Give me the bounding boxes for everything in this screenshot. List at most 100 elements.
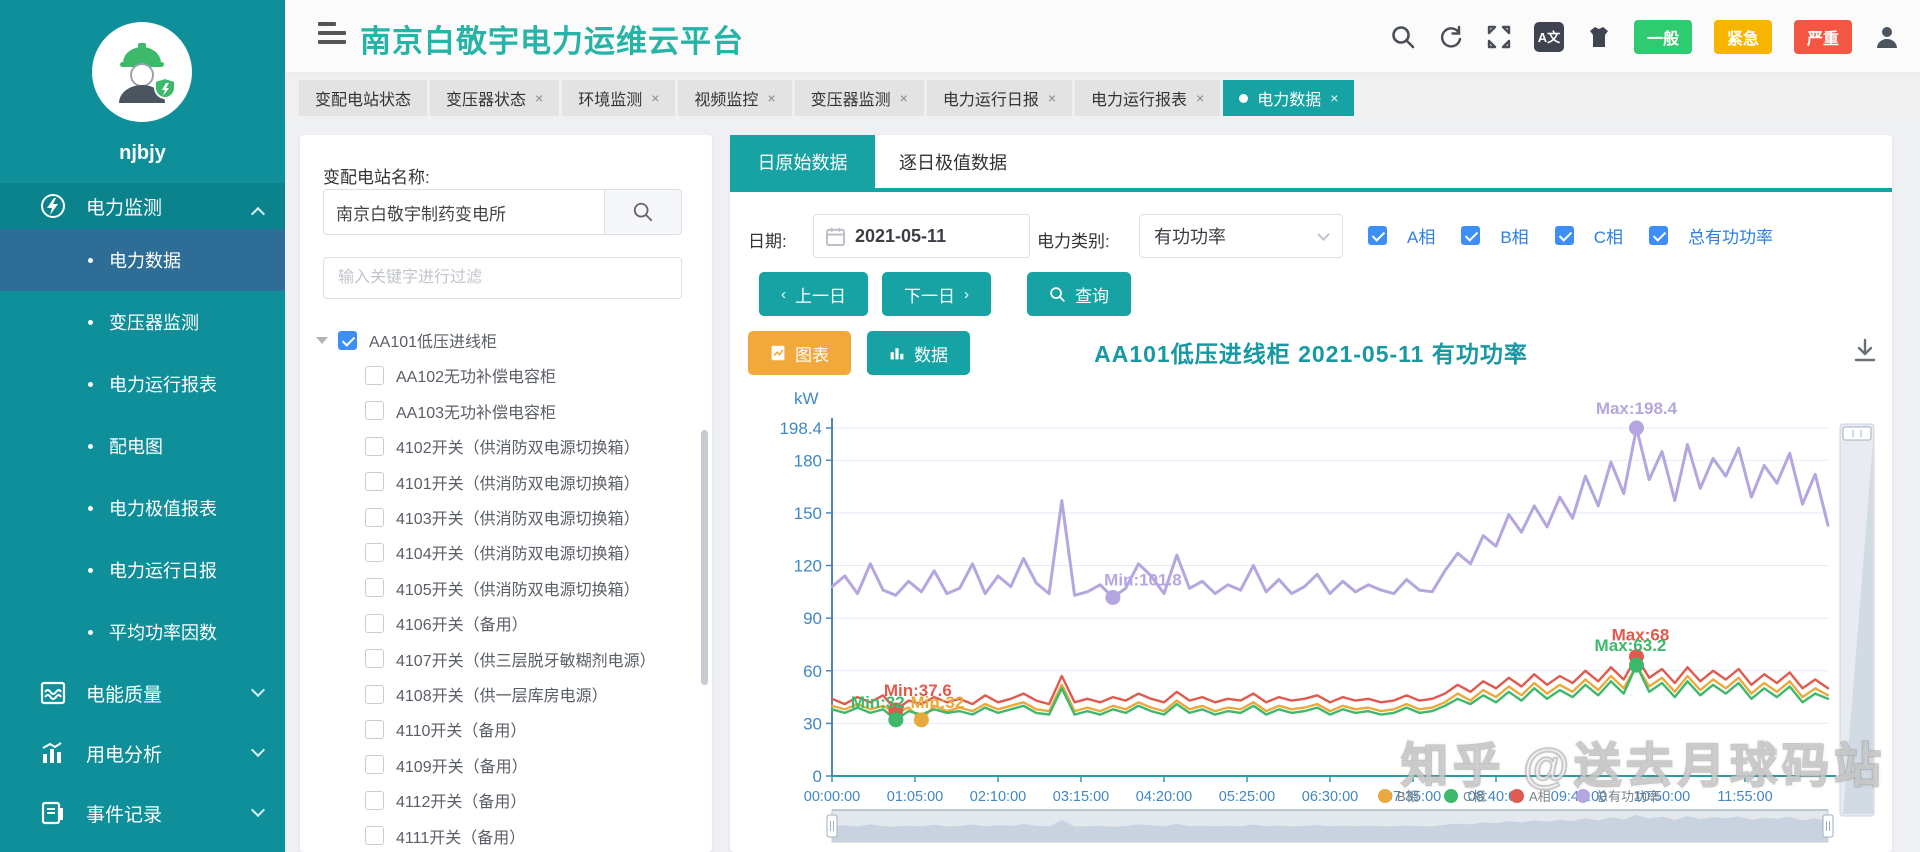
tree-scrollbar[interactable] xyxy=(701,430,708,685)
checkbox[interactable] xyxy=(365,755,384,774)
station-search-button[interactable] xyxy=(605,189,682,235)
prev-day-button[interactable]: ‹上一日 xyxy=(759,272,868,316)
datazoom-handle[interactable] xyxy=(827,815,837,837)
tree-node-12[interactable]: 4109开关（备用） xyxy=(365,750,528,780)
power-chart: 0306090120150180198.4kW00:00:0001:05:000… xyxy=(740,380,1890,850)
legend-dot-C相[interactable] xyxy=(1444,789,1458,803)
tree-node-9[interactable]: 4107开关（供三层脱牙敏糊剂电源） xyxy=(365,644,656,674)
checkbox[interactable] xyxy=(365,649,384,668)
checkbox[interactable] xyxy=(365,578,384,597)
sidebar-item-4[interactable]: 配电图 xyxy=(0,415,285,477)
checkbox[interactable] xyxy=(365,720,384,739)
close-icon[interactable]: × xyxy=(900,90,908,106)
sidebar-item-0[interactable]: 电力监测 xyxy=(0,183,285,229)
checkbox[interactable] xyxy=(338,331,357,350)
checkbox[interactable] xyxy=(365,614,384,633)
sidebar-item-8[interactable]: 电能质量 xyxy=(0,663,285,723)
tree-node-7[interactable]: 4105开关（供消防双电源切换箱） xyxy=(365,573,640,603)
open-tab-3[interactable]: 视频监控× xyxy=(678,80,791,116)
refresh-icon[interactable] xyxy=(1438,24,1464,50)
legend-dot-B相[interactable] xyxy=(1378,789,1392,803)
power-category-select[interactable]: 有功功率 xyxy=(1139,214,1343,258)
close-icon[interactable]: × xyxy=(767,90,775,106)
open-tab-7[interactable]: 电力数据× xyxy=(1223,80,1354,116)
checkbox[interactable] xyxy=(365,472,384,491)
station-panel: 变配电站名称: AA101低压进线柜AA102无功补偿电容柜AA103无功补偿电… xyxy=(300,135,712,852)
sidebar-item-5[interactable]: 电力极值报表 xyxy=(0,477,285,539)
open-tab-6[interactable]: 电力运行报表× xyxy=(1075,80,1220,116)
hamburger-icon[interactable] xyxy=(318,22,346,48)
sidebar-item-1[interactable]: 电力数据 xyxy=(0,229,285,291)
sidebar-item-6[interactable]: 电力运行日报 xyxy=(0,539,285,601)
phase-checkbox-C相[interactable]: C相 xyxy=(1555,223,1623,248)
close-icon[interactable]: × xyxy=(535,90,543,106)
tree-node-label: 4101开关（供消防双电源切换箱） xyxy=(396,470,640,494)
tree-node-4[interactable]: 4101开关（供消防双电源切换箱） xyxy=(365,467,640,497)
close-icon[interactable]: × xyxy=(1196,90,1204,106)
legend-dot-A相[interactable] xyxy=(1510,789,1524,803)
station-name-input[interactable] xyxy=(323,189,605,235)
caret-down-icon[interactable] xyxy=(316,337,328,344)
datazoom-vertical[interactable] xyxy=(1840,424,1874,816)
close-icon[interactable]: × xyxy=(651,90,659,106)
checkbox[interactable] xyxy=(365,437,384,456)
checkbox[interactable] xyxy=(365,366,384,385)
tree-node-8[interactable]: 4106开关（备用） xyxy=(365,608,528,638)
sidebar-item-9[interactable]: 用电分析 xyxy=(0,723,285,783)
checkbox[interactable] xyxy=(1649,226,1668,245)
phase-checkbox-A相[interactable]: A相 xyxy=(1368,223,1435,248)
tree-node-0[interactable]: AA101低压进线柜 xyxy=(316,325,497,355)
checkbox[interactable] xyxy=(1555,226,1574,245)
datazoom-handle[interactable] xyxy=(1823,815,1833,837)
close-icon[interactable]: × xyxy=(1048,90,1056,106)
theme-icon[interactable] xyxy=(1586,24,1612,50)
open-tab-1[interactable]: 变压器状态× xyxy=(430,80,559,116)
checkbox[interactable] xyxy=(1368,226,1387,245)
download-icon[interactable] xyxy=(1852,337,1878,363)
query-button[interactable]: 查询 xyxy=(1027,272,1131,316)
tab-daily-extreme-data[interactable]: 逐日极值数据 xyxy=(875,135,1031,188)
tree-node-6[interactable]: 4104开关（供消防双电源切换箱） xyxy=(365,537,640,567)
user-icon[interactable] xyxy=(1874,24,1900,50)
tree-node-5[interactable]: 4103开关（供消防双电源切换箱） xyxy=(365,502,640,532)
tab-daily-raw-data[interactable]: 日原始数据 xyxy=(730,135,875,188)
open-tab-2[interactable]: 环境监测× xyxy=(562,80,675,116)
checkbox[interactable] xyxy=(365,685,384,704)
datazoom-horizontal[interactable] xyxy=(827,810,1833,842)
open-tab-4[interactable]: 变压器监测× xyxy=(795,80,924,116)
tree-node-1[interactable]: AA102无功补偿电容柜 xyxy=(365,360,556,390)
sidebar-item-7[interactable]: 平均功率因数 xyxy=(0,601,285,663)
checkbox[interactable] xyxy=(365,508,384,527)
severity-urgent-button[interactable]: 紧急 xyxy=(1714,20,1772,54)
checkbox[interactable] xyxy=(1461,226,1480,245)
phase-checkbox-B相[interactable]: B相 xyxy=(1461,223,1528,248)
checkbox[interactable] xyxy=(365,543,384,562)
tree-node-3[interactable]: 4102开关（供消防双电源切换箱） xyxy=(365,431,640,461)
legend-dot-总有功功率[interactable] xyxy=(1576,789,1590,803)
fullscreen-icon[interactable] xyxy=(1486,24,1512,50)
next-day-button[interactable]: 下一日› xyxy=(882,272,991,316)
tree-node-10[interactable]: 4108开关（供一层库房电源） xyxy=(365,679,608,709)
open-tab-5[interactable]: 电力运行日报× xyxy=(927,80,1072,116)
checkbox[interactable] xyxy=(365,791,384,810)
tree-filter-input[interactable] xyxy=(323,257,682,299)
close-icon[interactable]: × xyxy=(1330,90,1338,106)
tree-node-2[interactable]: AA103无功补偿电容柜 xyxy=(365,396,556,426)
date-picker[interactable]: 2021-05-11 xyxy=(813,214,1030,258)
tree-node-11[interactable]: 4110开关（备用） xyxy=(365,714,526,744)
translate-icon[interactable]: A文 xyxy=(1534,22,1564,52)
checkbox[interactable] xyxy=(365,401,384,420)
open-tab-0[interactable]: 变配电站状态 xyxy=(299,80,427,116)
severity-normal-button[interactable]: 一般 xyxy=(1634,20,1692,54)
analysis-icon xyxy=(40,740,66,766)
sidebar-item-2[interactable]: 变压器监测 xyxy=(0,291,285,353)
checkbox[interactable] xyxy=(365,826,384,845)
search-icon[interactable] xyxy=(1390,24,1416,50)
datazoom-handle[interactable] xyxy=(1843,427,1871,440)
phase-checkbox-总有功功率[interactable]: 总有功功率 xyxy=(1649,223,1773,248)
tree-node-13[interactable]: 4112开关（备用） xyxy=(365,785,526,815)
sidebar-item-3[interactable]: 电力运行报表 xyxy=(0,353,285,415)
tree-node-14[interactable]: 4111开关（备用） xyxy=(365,821,525,851)
severity-critical-button[interactable]: 严重 xyxy=(1794,20,1852,54)
sidebar-item-10[interactable]: 事件记录 xyxy=(0,783,285,843)
